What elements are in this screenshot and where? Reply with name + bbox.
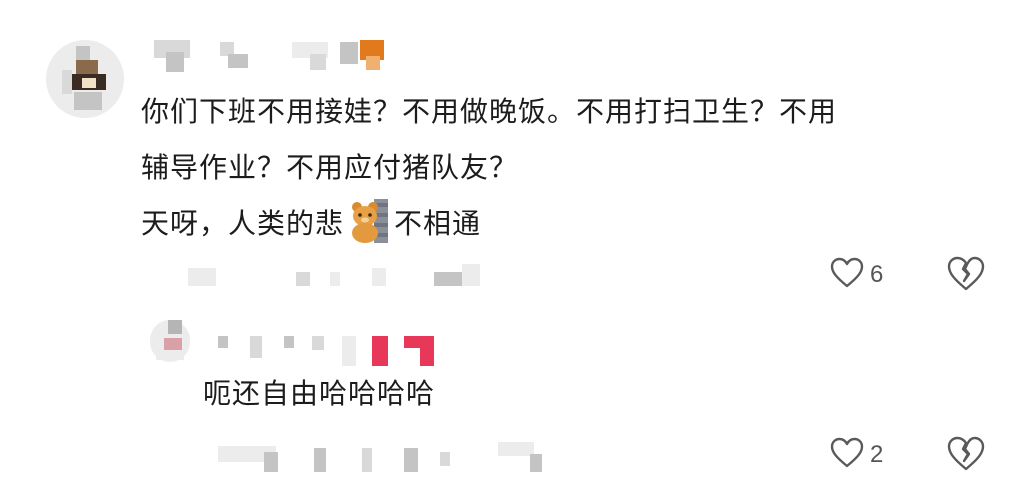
heart-outline-icon — [830, 257, 864, 293]
reply-text: 呃还自由哈哈哈哈 — [203, 377, 436, 410]
comment-text: 你们下班不用接娃？不用做晚饭。不用打扫卫生？不用 辅导作业？不用应付猪队友？ 天… — [141, 84, 981, 252]
broken-heart-icon — [946, 256, 986, 296]
dislike-button[interactable] — [946, 436, 986, 472]
bear-emoji-icon — [348, 199, 389, 243]
like-count: 6 — [870, 261, 884, 288]
comment-line: 天呀，人类的悲 不相通 — [141, 196, 981, 252]
heart-outline-icon — [830, 437, 864, 473]
comment-line: 你们下班不用接娃？不用做晚饭。不用打扫卫生？不用 — [141, 95, 838, 128]
avatar[interactable] — [150, 320, 190, 362]
dislike-button[interactable] — [946, 256, 986, 292]
comment-line: 辅导作业？不用应付猪队友？ — [141, 151, 519, 184]
like-count: 2 — [870, 441, 884, 468]
like-button[interactable]: 6 — [830, 257, 883, 293]
like-button[interactable]: 2 — [830, 437, 883, 473]
broken-heart-icon — [946, 436, 986, 476]
avatar[interactable] — [46, 40, 124, 118]
